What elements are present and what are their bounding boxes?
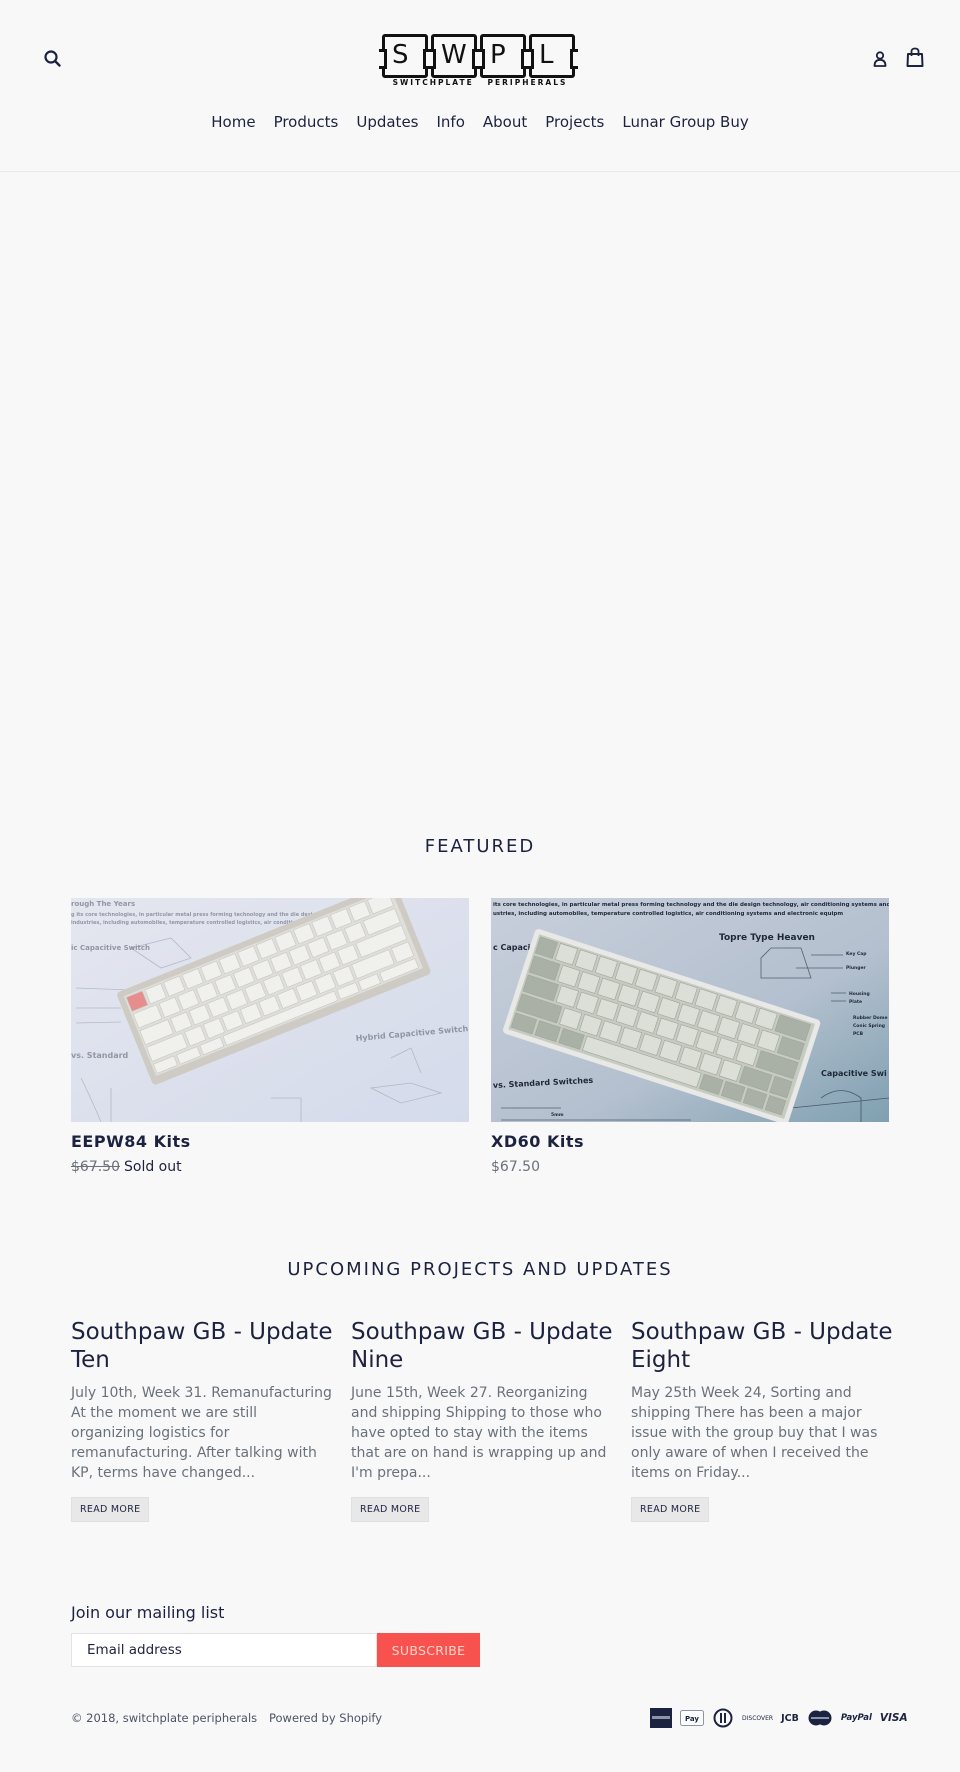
svg-text:Capacitive Swi: Capacitive Swi [821,1069,887,1078]
search-icon [44,50,61,67]
account-button[interactable] [869,48,891,70]
svg-text:Housing: Housing [849,991,870,997]
product-price: $67.50 Sold out [71,1159,469,1175]
payment-icons: Pay DISCOVER JCB PayPal VISA [650,1708,908,1728]
jcb-icon: JCB [781,1712,799,1724]
sold-out-badge: Sold out [124,1159,182,1175]
diners-club-icon [712,1708,734,1728]
powered-by-shopify-link[interactable]: Powered by Shopify [269,1711,382,1725]
nav-link-projects[interactable]: Projects [536,113,613,131]
nav-link-lunar-group-buy[interactable]: Lunar Group Buy [613,113,757,131]
blog-section-title: UPCOMING PROJECTS AND UPDATES [287,1259,673,1280]
site-header: S W P L SWITCHPLATE PERIPHERALS Home Pro… [0,0,960,172]
article-title[interactable]: Southpaw GB - Update Eight [631,1318,893,1374]
product-title[interactable]: XD60 Kits [491,1132,889,1151]
svg-text:Topre Type Heaven: Topre Type Heaven [719,933,815,943]
user-icon [873,51,887,67]
svg-text:Conic Spring: Conic Spring [853,1023,885,1029]
nav-link-home[interactable]: Home [202,113,264,131]
product-card[interactable]: its core technologies, in particular met… [491,898,889,1175]
site-logo[interactable]: S W P L SWITCHPLATE PERIPHERALS [379,34,578,88]
nav-link-updates[interactable]: Updates [347,113,427,131]
copyright-prefix: © 2018, [71,1711,123,1725]
article-title[interactable]: Southpaw GB - Update Ten [71,1318,333,1374]
article-card: Southpaw GB - Update Nine June 15th, Wee… [351,1318,613,1522]
main-nav: Home Products Updates Info About Project… [0,113,960,131]
mastercard-icon [807,1708,833,1728]
copyright: © 2018, switchplate peripherals [71,1711,257,1725]
logo-key: P [477,34,529,78]
paypal-icon: PayPal [840,1713,872,1723]
article-card: Southpaw GB - Update Ten July 10th, Week… [71,1318,333,1522]
svg-text:Rubber Dome: Rubber Dome [853,1015,888,1021]
product-image-xd60[interactable]: its core technologies, in particular met… [491,898,889,1122]
logo-key: L [526,34,578,78]
search-button[interactable] [42,48,64,70]
logo-key: S [379,34,431,78]
visa-icon: VISA [879,1712,908,1724]
hero-slideshow [0,173,960,783]
article-excerpt: July 10th, Week 31. Remanufacturing At t… [71,1385,332,1481]
logo-tagline: SWITCHPLATE PERIPHERALS [392,78,568,87]
product-image-eepw84[interactable]: rough The Years g its core technologies,… [71,898,469,1122]
nav-link-about[interactable]: About [474,113,536,131]
logo-keys: S W P L [379,34,578,78]
apple-pay-icon: Pay [680,1708,704,1728]
svg-text:Key Cap: Key Cap [846,951,867,957]
article-title[interactable]: Southpaw GB - Update Nine [351,1318,613,1374]
article-excerpt: June 15th, Week 27. Reorganizing and shi… [351,1385,607,1481]
svg-text:Plunger: Plunger [846,965,867,971]
product-title[interactable]: EEPW84 Kits [71,1132,469,1151]
subscribe-button[interactable]: SUBSCRIBE [377,1633,480,1667]
logo-key: W [428,34,480,78]
email-input[interactable] [71,1633,377,1667]
article-card: Southpaw GB - Update Eight May 25th Week… [631,1318,893,1522]
product-price: $67.50 [491,1159,540,1175]
svg-text:ustries, including automobiles: ustries, including automobiles, temperat… [493,911,843,917]
regular-price: $67.50 [71,1159,120,1175]
nav-link-info[interactable]: Info [427,113,473,131]
featured-title: FEATURED [424,836,536,857]
read-more-button[interactable]: READ MORE [351,1497,430,1522]
read-more-button[interactable]: READ MORE [631,1497,710,1522]
product-card[interactable]: rough The Years g its core technologies,… [71,898,469,1175]
cart-button[interactable] [904,46,926,70]
store-name-link[interactable]: switchplate peripherals [123,1711,257,1725]
svg-text:Plate: Plate [849,999,862,1005]
svg-text:PCB: PCB [853,1031,864,1037]
svg-text:Pay: Pay [685,1715,699,1723]
article-excerpt: May 25th Week 24, Sorting and shipping T… [631,1385,878,1481]
american-express-icon [650,1708,672,1728]
nav-link-products[interactable]: Products [265,113,348,131]
mailing-list-title: Join our mailing list [71,1603,225,1622]
discover-icon: DISCOVER [742,1714,774,1722]
svg-text:its core technologies, in part: its core technologies, in particular met… [493,902,889,908]
shopping-bag-icon [906,47,924,67]
svg-text:5mm: 5mm [551,1112,564,1118]
read-more-button[interactable]: READ MORE [71,1497,150,1522]
